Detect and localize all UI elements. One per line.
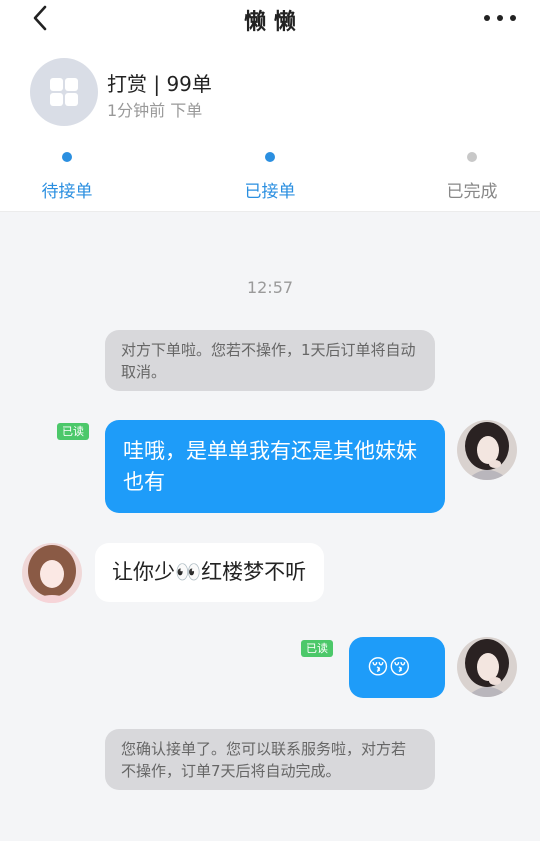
chat-title: 懒 懒 — [244, 10, 296, 35]
order-progress-steps: 待接单 已接单 已完成 — [0, 148, 540, 202]
app-grid-icon — [30, 58, 98, 126]
system-message: 您确认接单了。您可以联系服务啦，对方若不操作，订单7天后将自动完成。 — [105, 729, 435, 790]
step-label: 已接单 — [244, 182, 296, 202]
more-dots-icon[interactable] — [480, 6, 520, 28]
step-dot-icon — [62, 152, 72, 162]
my-avatar[interactable] — [457, 637, 517, 697]
step-completed[interactable]: 已完成 — [412, 148, 532, 202]
order-time: 1分钟前 下单 — [107, 101, 203, 120]
read-badge: 已读 — [57, 423, 89, 440]
step-accepted[interactable]: 已接单 — [210, 148, 330, 202]
step-dot-icon — [265, 152, 275, 162]
step-dot-icon — [467, 152, 477, 162]
order-title: 打赏 | 99单 — [107, 72, 212, 96]
outgoing-message[interactable]: 😚😚 — [349, 637, 445, 698]
message-timestamp: 12:57 — [246, 278, 294, 297]
my-avatar[interactable] — [457, 420, 517, 480]
order-summary[interactable]: 打赏 | 99单 1分钟前 下单 — [30, 58, 430, 128]
step-label: 待接单 — [41, 182, 93, 202]
step-pending[interactable]: 待接单 — [7, 148, 127, 202]
step-label: 已完成 — [446, 182, 498, 202]
read-badge: 已读 — [301, 640, 333, 657]
outgoing-message[interactable]: 哇哦，是单单我有还是其他妹妹也有 — [105, 420, 445, 513]
incoming-message[interactable]: 让你少👀红楼梦不听 — [95, 543, 325, 602]
contact-avatar[interactable] — [22, 543, 82, 603]
chat-header: 懒 懒 打赏 | 99单 1分钟前 下单 待接单 已接单 已完成 — [0, 0, 540, 212]
top-bar: 懒 懒 — [0, 0, 540, 38]
system-message: 对方下单啦。您若不操作，1天后订单将自动取消。 — [105, 330, 435, 391]
